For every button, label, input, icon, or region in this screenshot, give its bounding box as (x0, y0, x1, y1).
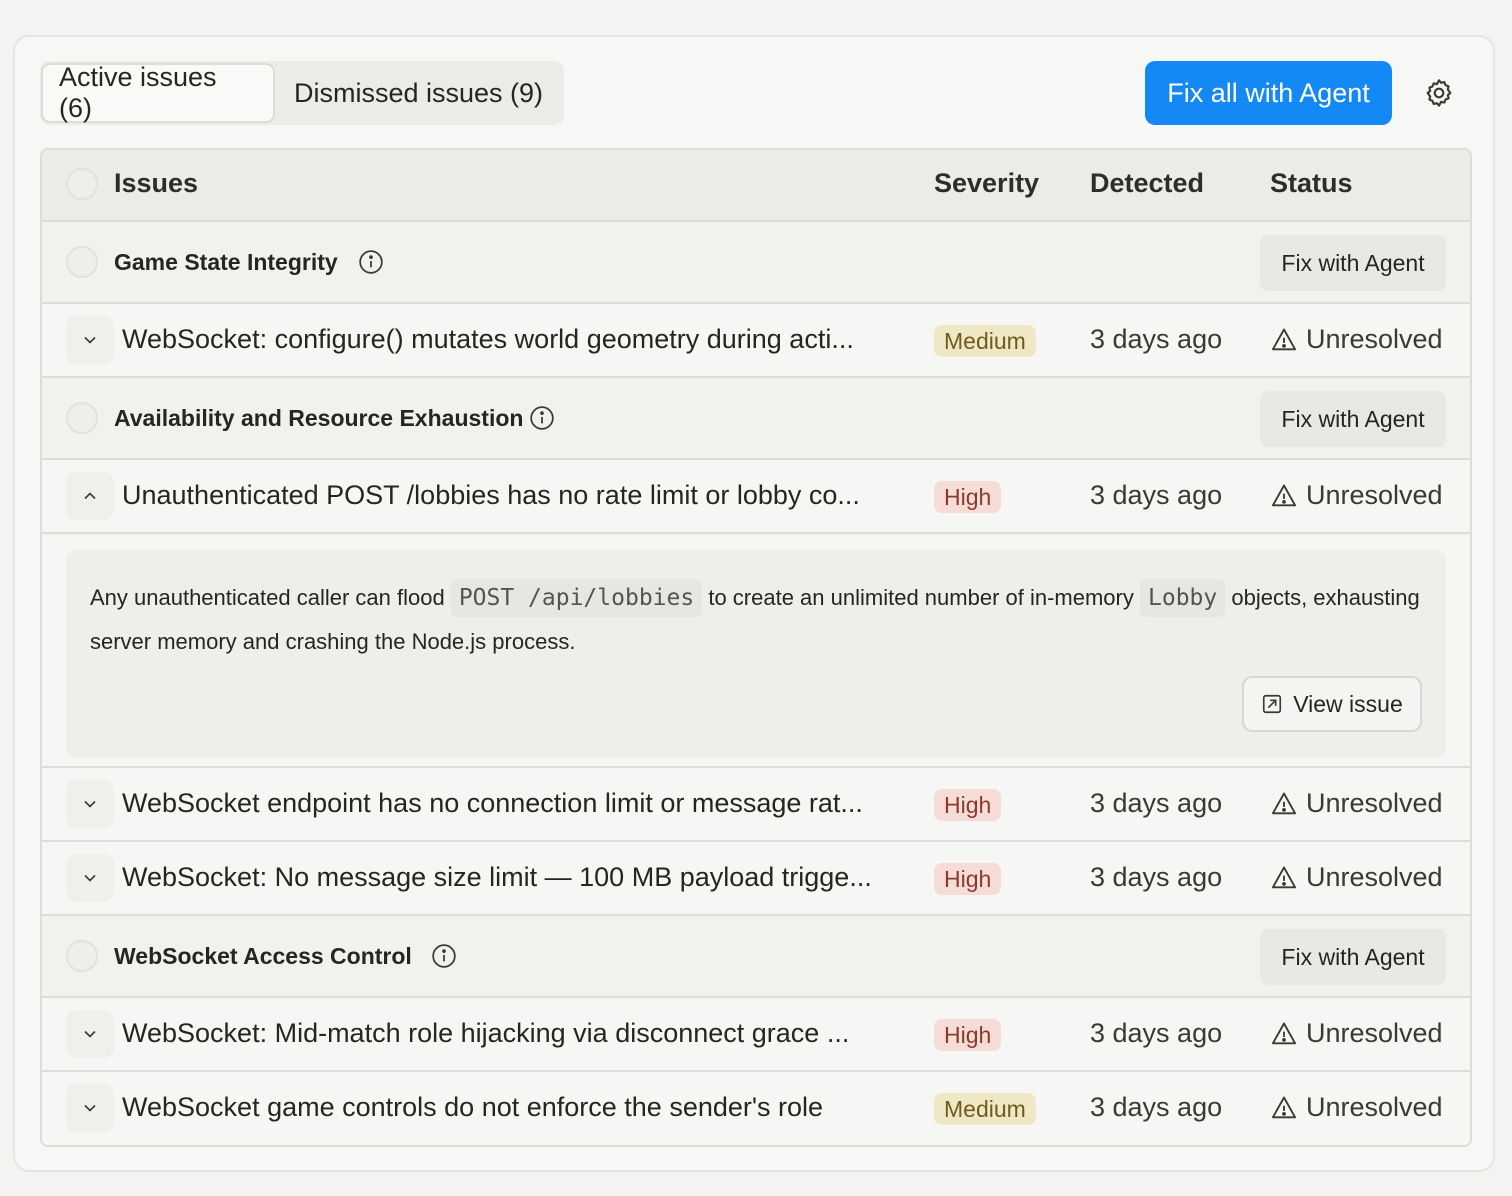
status-label: Unresolved (1270, 324, 1443, 355)
warning-icon (1271, 1096, 1297, 1118)
header-severity[interactable]: Severity (934, 168, 1039, 199)
warning-icon (1271, 484, 1297, 506)
status-label: Unresolved (1270, 480, 1443, 511)
group-title: Availability and Resource Exhaustion (114, 405, 524, 431)
severity-badge: High (934, 789, 1002, 821)
status-label: Unresolved (1270, 862, 1443, 893)
description-text: Any unauthenticated caller can flood (90, 585, 445, 610)
status-label: Unresolved (1270, 1018, 1443, 1049)
status-label: Unresolved (1270, 788, 1443, 819)
status-text: Unresolved (1306, 324, 1443, 354)
table-row[interactable]: WebSocket endpoint has no connection lim… (42, 768, 1470, 842)
severity-badge: High (934, 863, 1002, 895)
chevron-down-icon[interactable] (66, 1010, 114, 1058)
view-issue-button[interactable]: View issue (1242, 676, 1422, 732)
severity-badge: Medium (934, 325, 1036, 357)
group-checkbox[interactable] (66, 940, 98, 972)
status-label: Unresolved (1270, 1092, 1443, 1123)
header-detected[interactable]: Detected (1090, 168, 1204, 199)
severity-badge: High (934, 481, 1002, 513)
issue-description: Any unauthenticated caller can flood POS… (90, 576, 1430, 663)
info-icon[interactable] (358, 249, 384, 275)
issue-title[interactable]: WebSocket endpoint has no connection lim… (122, 788, 902, 819)
issue-detail-box: Any unauthenticated caller can flood POS… (66, 550, 1446, 758)
issue-tabs: Active issues (6) Dismissed issues (9) (40, 61, 564, 125)
issue-detail-panel: Any unauthenticated caller can flood POS… (42, 536, 1470, 768)
detected-time: 3 days ago (1090, 862, 1223, 892)
table-header: Issues Severity Detected Status (42, 150, 1470, 222)
table-row[interactable]: WebSocket game controls do not enforce t… (42, 1072, 1470, 1145)
view-issue-label: View issue (1293, 690, 1403, 717)
description-text: to create an unlimited number of in-memo… (708, 585, 1134, 610)
group-title: Game State Integrity (114, 249, 338, 275)
group-checkbox[interactable] (66, 402, 98, 434)
table-row[interactable]: WebSocket: Mid-match role hijacking via … (42, 998, 1470, 1072)
chevron-down-icon[interactable] (66, 1084, 114, 1132)
severity-badge: Medium (934, 1093, 1036, 1125)
code-snippet: Lobby (1140, 579, 1226, 617)
table-row[interactable]: Unauthenticated POST /lobbies has no rat… (42, 460, 1470, 534)
code-snippet: POST /api/lobbies (450, 579, 703, 617)
group-checkbox[interactable] (66, 246, 98, 278)
fix-with-agent-button[interactable]: Fix with Agent (1260, 929, 1446, 985)
gear-icon[interactable] (1423, 77, 1455, 109)
group-row-game-state-integrity: Game State Integrity Fix with Agent (42, 222, 1470, 304)
issue-title[interactable]: WebSocket game controls do not enforce t… (122, 1092, 902, 1123)
header-issues: Issues (114, 168, 199, 198)
status-text: Unresolved (1306, 1092, 1443, 1122)
chevron-down-icon[interactable] (66, 854, 114, 902)
warning-icon (1271, 866, 1297, 888)
warning-icon (1271, 792, 1297, 814)
issue-title[interactable]: WebSocket: Mid-match role hijacking via … (122, 1018, 902, 1049)
chevron-down-icon[interactable] (66, 780, 114, 828)
table-row[interactable]: WebSocket: configure() mutates world geo… (42, 304, 1470, 378)
info-icon[interactable] (529, 405, 555, 431)
detected-time: 3 days ago (1090, 788, 1223, 818)
detected-time: 3 days ago (1090, 1018, 1223, 1048)
header-status[interactable]: Status (1270, 168, 1353, 199)
issues-panel: Active issues (6) Dismissed issues (9) F… (13, 35, 1495, 1172)
status-text: Unresolved (1306, 480, 1443, 510)
group-row-websocket-access-control: WebSocket Access Control Fix with Agent (42, 916, 1470, 998)
table-row[interactable]: WebSocket: No message size limit — 100 M… (42, 842, 1470, 916)
status-text: Unresolved (1306, 788, 1443, 818)
select-all-checkbox[interactable] (66, 168, 98, 200)
chevron-down-icon[interactable] (66, 316, 114, 364)
detected-time: 3 days ago (1090, 480, 1223, 510)
detected-time: 3 days ago (1090, 1092, 1223, 1122)
issue-title[interactable]: WebSocket: No message size limit — 100 M… (122, 862, 902, 893)
fix-with-agent-button[interactable]: Fix with Agent (1260, 391, 1446, 447)
issue-title[interactable]: WebSocket: configure() mutates world geo… (122, 324, 902, 355)
severity-badge: High (934, 1019, 1002, 1051)
tab-active-issues[interactable]: Active issues (6) (41, 62, 275, 123)
fix-all-with-agent-button[interactable]: Fix all with Agent (1145, 61, 1392, 125)
warning-icon (1271, 1022, 1297, 1044)
group-row-availability: Availability and Resource Exhaustion Fix… (42, 378, 1470, 460)
external-link-icon (1263, 694, 1282, 714)
group-title: WebSocket Access Control (114, 943, 412, 969)
status-text: Unresolved (1306, 1018, 1443, 1048)
issues-table: Issues Severity Detected Status Game Sta… (40, 148, 1472, 1147)
info-icon[interactable] (431, 943, 457, 969)
status-text: Unresolved (1306, 862, 1443, 892)
tab-dismissed-issues[interactable]: Dismissed issues (9) (278, 63, 562, 123)
issue-title[interactable]: Unauthenticated POST /lobbies has no rat… (122, 480, 902, 511)
detected-time: 3 days ago (1090, 324, 1223, 354)
warning-icon (1271, 328, 1297, 350)
chevron-up-icon[interactable] (66, 472, 114, 520)
fix-with-agent-button[interactable]: Fix with Agent (1260, 235, 1446, 291)
